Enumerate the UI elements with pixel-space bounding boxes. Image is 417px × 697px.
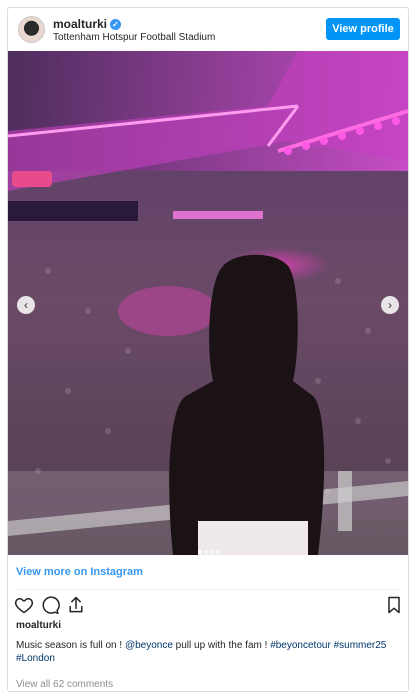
share-icon[interactable] xyxy=(66,595,86,615)
bookmark-icon[interactable] xyxy=(384,595,404,615)
carousel-dot xyxy=(210,550,214,554)
action-bar xyxy=(14,595,404,615)
location-link[interactable]: Tottenham Hotspur Football Stadium xyxy=(53,32,215,44)
carousel-dot xyxy=(216,550,220,554)
view-more-on-instagram-link[interactable]: View more on Instagram xyxy=(16,566,143,578)
divider xyxy=(16,589,400,590)
username-label: moalturki xyxy=(53,17,108,31)
previous-slide-button[interactable]: ‹ xyxy=(17,296,35,314)
post-header: moalturki ✓ Tottenham Hotspur Football St… xyxy=(8,8,408,51)
caption-text-mid: pull up with the fam ! xyxy=(172,640,271,651)
avatar[interactable] xyxy=(18,16,45,43)
header-username[interactable]: moalturki ✓ xyxy=(53,17,122,31)
carousel-indicator xyxy=(198,541,222,555)
view-comments-link[interactable]: View all 62 comments xyxy=(16,679,113,690)
caption-mention-link[interactable]: @beyonce xyxy=(125,640,173,651)
comment-icon[interactable] xyxy=(40,595,60,615)
instagram-embed-card: moalturki ✓ Tottenham Hotspur Football St… xyxy=(7,7,409,692)
concert-photo xyxy=(8,51,408,555)
verified-badge-icon: ✓ xyxy=(110,19,122,30)
post-media[interactable]: ‹ › xyxy=(8,51,408,555)
carousel-dot xyxy=(204,550,208,554)
post-username[interactable]: moalturki xyxy=(16,620,61,631)
carousel-dot xyxy=(198,550,202,554)
post-caption: Music season is full on ! @beyonce pull … xyxy=(16,639,402,665)
heart-icon[interactable] xyxy=(14,595,34,615)
view-profile-button[interactable]: View profile xyxy=(326,18,400,40)
next-slide-button[interactable]: › xyxy=(381,296,399,314)
caption-text: Music season is full on ! xyxy=(16,640,125,651)
